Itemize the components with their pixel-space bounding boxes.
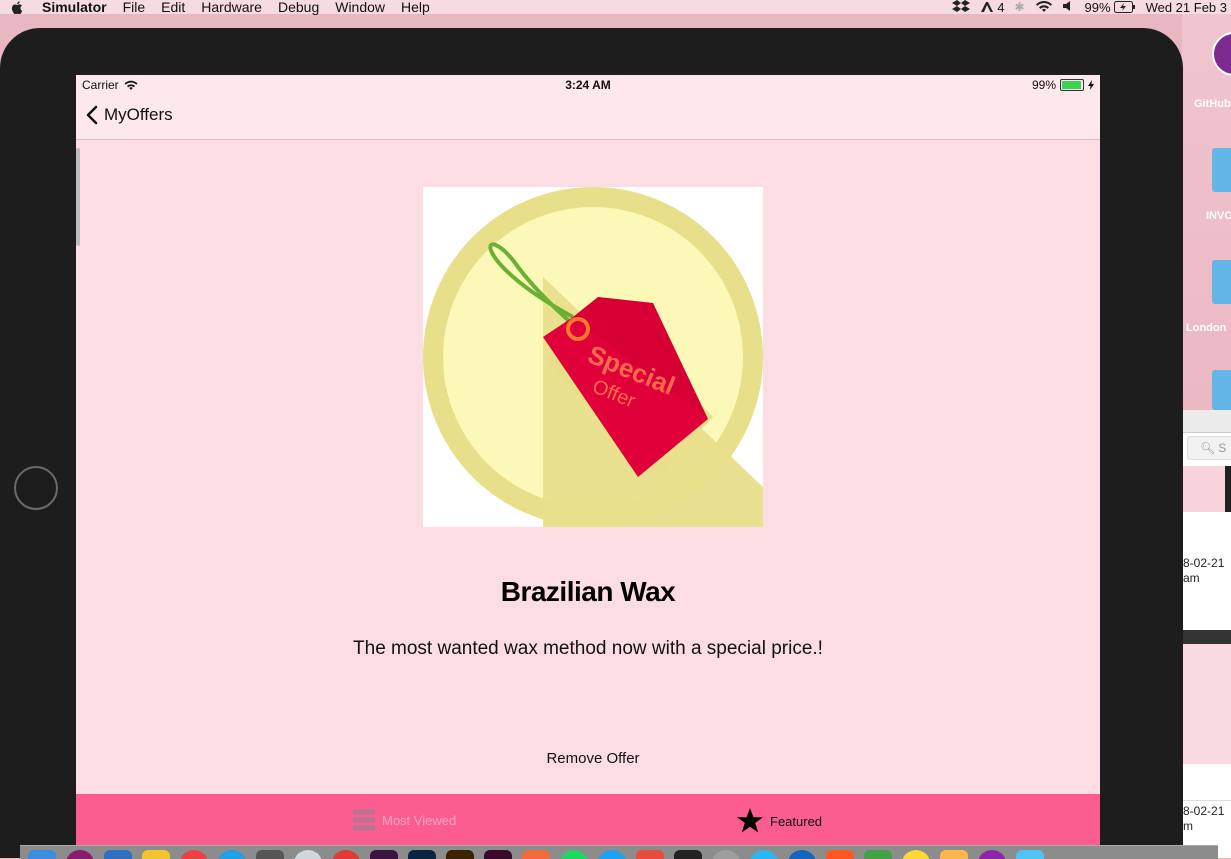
special-offer-tag-icon: Special Offer [423, 187, 763, 527]
finder-divider [1183, 800, 1231, 801]
folder-icon[interactable] [1212, 260, 1231, 304]
battery-percent: 99% [1031, 78, 1056, 92]
finder-search-placeholder: S [1218, 441, 1227, 455]
folder-icon[interactable] [1212, 370, 1231, 410]
back-label: MyOffers [104, 105, 173, 124]
menu-window[interactable]: Window [335, 0, 385, 14]
finder-row-time[interactable]: m [1183, 819, 1193, 833]
search-icon: 🔍︎ [1200, 441, 1216, 455]
back-button[interactable]: MyOffers [86, 105, 173, 125]
adobe-cc-status[interactable]: 4 [980, 0, 1004, 15]
adobe-count: 4 [997, 0, 1005, 15]
status-time: 3:24 AM [565, 78, 611, 92]
finder-preview-dark [1225, 466, 1231, 512]
tab-featured-label: Featured [770, 813, 823, 829]
finder-toolbar [1183, 410, 1231, 433]
finder-search-field[interactable]: 🔍︎ S [1187, 436, 1231, 460]
volume-icon[interactable] [1062, 0, 1075, 15]
chevron-left-icon [86, 105, 98, 125]
bluetooth-icon[interactable]: ✱ [1014, 0, 1024, 14]
menubar-status-area: 4 ✱ 99% Wed 21 Feb 3 [952, 0, 1231, 15]
list-icon [353, 809, 375, 831]
folder-icon[interactable] [1212, 148, 1231, 192]
tab-most-viewed[interactable]: Most Viewed [352, 808, 456, 832]
tab-most-viewed-label: Most Viewed [382, 812, 457, 828]
mac-dock [20, 845, 1218, 859]
finder-row-time[interactable]: am [1183, 571, 1200, 585]
finder-thumb [1183, 644, 1231, 764]
menu-edit[interactable]: Edit [161, 0, 185, 14]
menu-debug[interactable]: Debug [278, 0, 319, 14]
navigation-bar: MyOffers [76, 95, 1100, 140]
offer-title: Brazilian Wax [500, 576, 676, 607]
desktop-item-invo[interactable]: INVO [1206, 210, 1231, 222]
offer-detail-content: Special Offer Brazilian Wax The most wan… [76, 140, 1100, 794]
tab-featured[interactable]: Featured [736, 808, 822, 834]
github-app-icon[interactable] [1212, 32, 1231, 76]
star-icon [737, 808, 763, 833]
menu-help[interactable]: Help [401, 0, 430, 14]
battery-percent: 99% [1084, 0, 1111, 15]
finder-row-date[interactable]: 8-02-21 [1183, 804, 1224, 818]
device-screen: Carrier 3:24 AM 99% MyOffers Special Off… [76, 75, 1100, 858]
desktop-item-london[interactable]: London [1186, 322, 1231, 334]
menu-app-name[interactable]: Simulator [42, 0, 107, 14]
finder-row-date[interactable]: 8-02-21 [1183, 556, 1224, 570]
menubar-clock[interactable]: Wed 21 Feb 3 [1146, 0, 1227, 15]
home-button[interactable] [14, 466, 58, 510]
wifi-icon[interactable] [1035, 0, 1053, 15]
menu-hardware[interactable]: Hardware [201, 0, 262, 14]
finder-preview [1183, 466, 1231, 512]
mac-menubar: Simulator File Edit Hardware Debug Windo… [0, 0, 1231, 15]
battery-status[interactable]: 99% [1085, 0, 1136, 15]
ios-status-bar: Carrier 3:24 AM 99% [76, 75, 1100, 95]
remove-offer-button[interactable]: Remove Offer [516, 746, 670, 770]
battery-charging-icon [1113, 1, 1135, 13]
battery-status: 99% [1032, 78, 1094, 92]
adobe-icon [981, 2, 994, 12]
desktop-item-github[interactable]: GitHub [1194, 98, 1231, 110]
offer-description: The most wanted wax method now with a sp… [353, 638, 823, 659]
apple-icon[interactable] [10, 0, 24, 14]
menu-file[interactable]: File [123, 0, 146, 14]
battery-icon [1060, 79, 1084, 91]
dropbox-icon[interactable] [952, 0, 971, 15]
offer-image: Special Offer [423, 187, 763, 527]
finder-thumb-strip [1183, 630, 1231, 644]
finder-window: 🔍︎ S 8-02-21 am 8-02-21 m [1182, 410, 1231, 858]
charging-bolt-icon [1088, 80, 1094, 90]
